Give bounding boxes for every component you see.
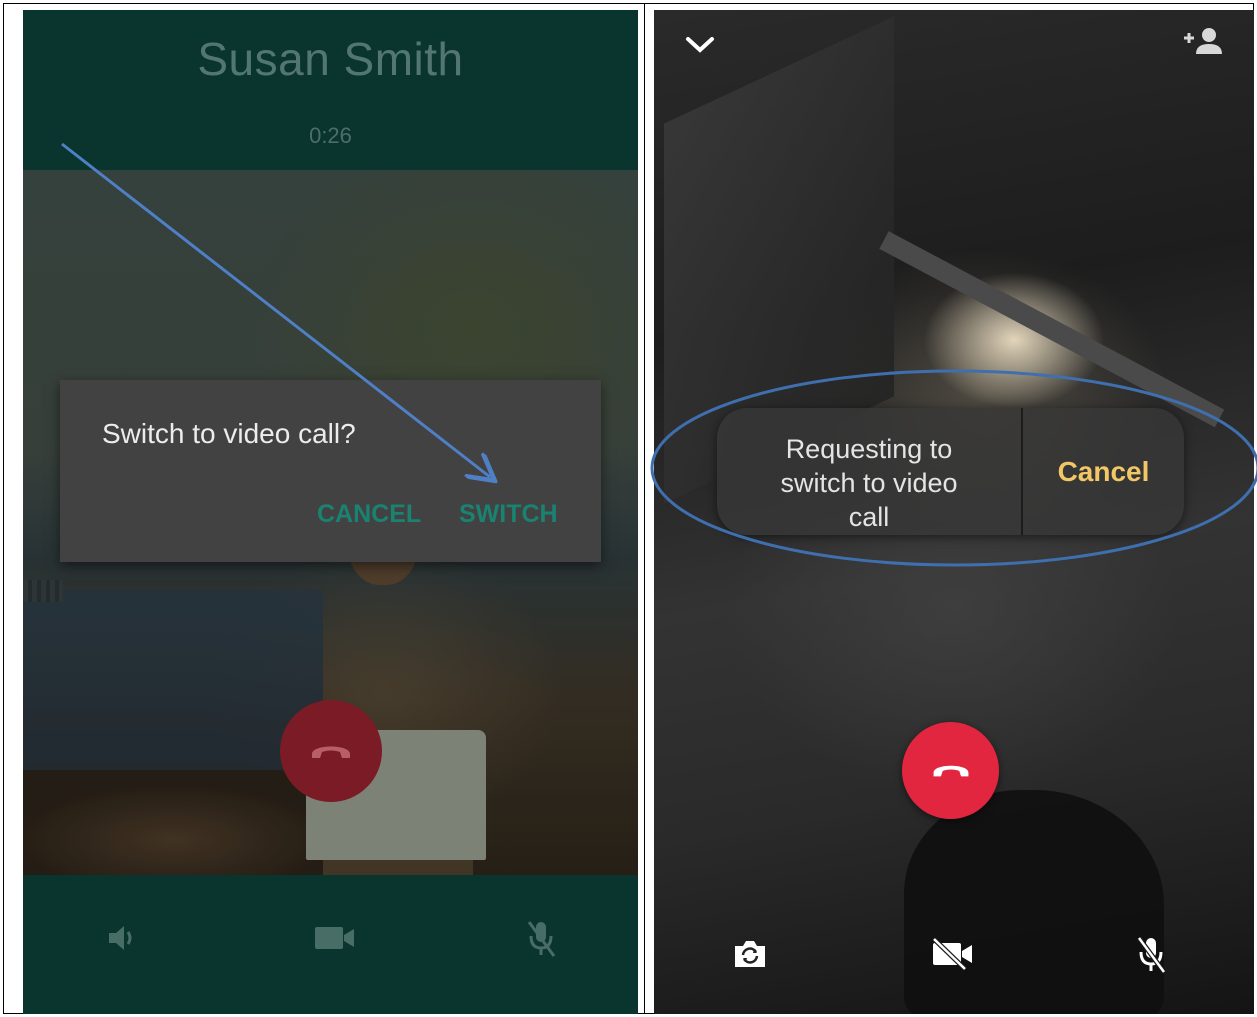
- chevron-down-icon: [684, 35, 716, 58]
- video-camera-icon: [313, 923, 357, 958]
- toggle-video-button[interactable]: [927, 933, 977, 977]
- speaker-icon: [105, 922, 141, 959]
- mic-off-icon: [1134, 934, 1168, 977]
- phone-hangup-icon: [929, 758, 973, 783]
- dialog-switch-button[interactable]: SWITCH: [459, 500, 558, 529]
- mute-button[interactable]: [521, 920, 561, 960]
- mic-off-icon: [524, 918, 558, 963]
- add-person-icon: [1181, 26, 1225, 59]
- dialog-title: Switch to video call?: [102, 418, 356, 449]
- flip-camera-button[interactable]: [728, 933, 772, 977]
- phone-hangup-icon: [308, 738, 354, 765]
- cancel-request-button[interactable]: Cancel: [1023, 408, 1184, 535]
- video-call-button[interactable]: [313, 920, 357, 960]
- video-request-line: Requesting to: [785, 434, 953, 464]
- left-call-screen: Susan Smith 0:26 Switch to video call? C…: [23, 10, 638, 1014]
- video-ceiling-panel: [879, 231, 1225, 428]
- dialog-cancel-button[interactable]: CANCEL: [317, 500, 421, 529]
- video-off-icon: [929, 936, 975, 974]
- video-request-line: call: [848, 502, 890, 532]
- right-call-screen: Requesting to switch to video call Cance…: [654, 10, 1254, 1014]
- mute-button[interactable]: [1129, 933, 1173, 977]
- video-request-text: Requesting to switch to video call: [717, 432, 1021, 534]
- end-call-button[interactable]: [280, 700, 382, 802]
- switch-video-dialog: Switch to video call? CANCEL SWITCH: [60, 380, 601, 562]
- figure-divider: [644, 3, 645, 1014]
- flip-camera-icon: [732, 938, 768, 973]
- speaker-button[interactable]: [103, 920, 143, 960]
- video-request-banner: Requesting to switch to video call Cance…: [717, 408, 1184, 535]
- end-call-button[interactable]: [902, 722, 999, 819]
- video-backpack: [904, 790, 1164, 1014]
- video-request-line: switch to video: [780, 468, 958, 498]
- collapse-button[interactable]: [678, 24, 722, 68]
- add-participant-button[interactable]: [1178, 22, 1228, 62]
